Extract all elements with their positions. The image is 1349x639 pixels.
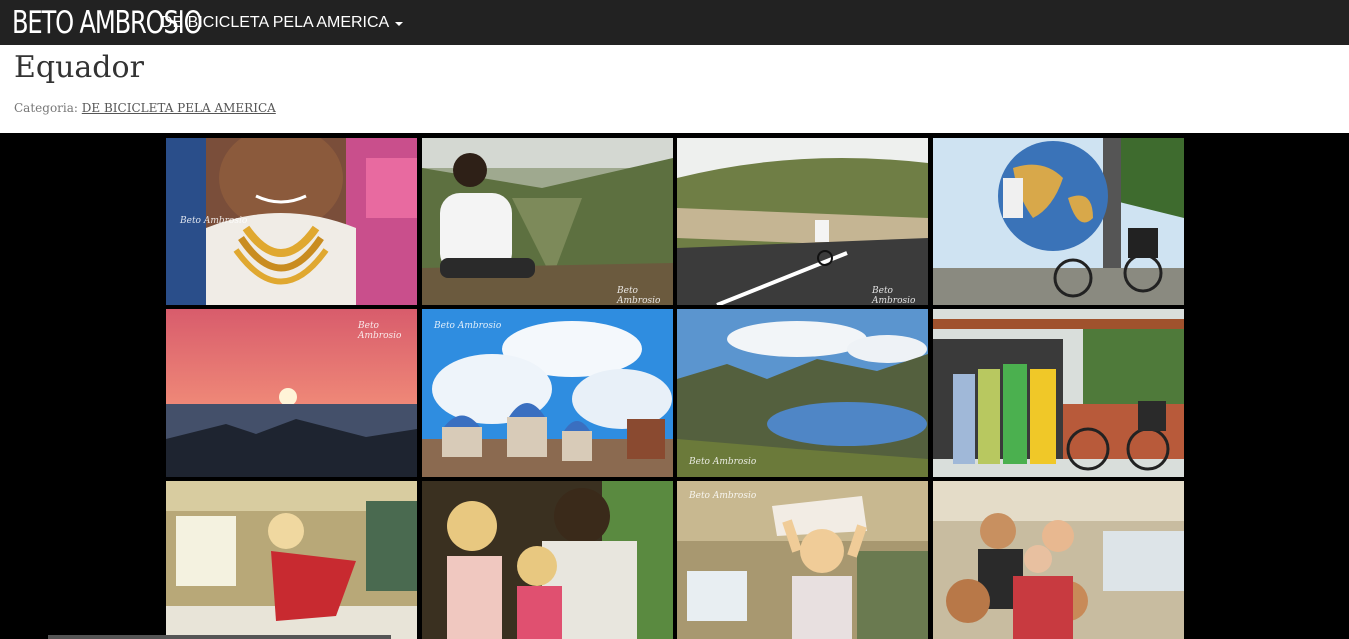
caret-down-icon — [395, 21, 404, 26]
photo-girl-book-on-head[interactable]: Beto Ambrosio — [677, 481, 928, 639]
photo-girls-with-man-reading[interactable] — [422, 481, 673, 639]
watermark-signature: Beto Ambrosio — [872, 286, 916, 305]
watermark-signature: Beto Ambrosio — [358, 321, 402, 341]
category-link[interactable]: DE BICICLETA PELA AMERICA — [82, 101, 276, 115]
photo-mountain-lake[interactable]: Beto Ambrosio — [677, 309, 928, 477]
watermark-signature: Beto Ambrosio — [689, 491, 757, 501]
category-line: Categoria: DE BICICLETA PELA AMERICA — [14, 101, 276, 115]
page-title: Equador — [14, 50, 144, 85]
photo-blue-domes-cathedral[interactable]: Beto Ambrosio — [422, 309, 673, 477]
top-navbar: BETO AMBROSIO DE BICICLETA PELA AMERICA — [0, 0, 1349, 45]
photo-elderly-woman-necklaces[interactable]: Beto Ambrosio — [166, 138, 417, 305]
photo-sunset-ocean-rocks[interactable]: Beto Ambrosio — [166, 309, 417, 477]
watermark-signature: Beto Ambrosio — [180, 216, 248, 226]
watermark-signature: Beto Ambrosio — [434, 321, 502, 331]
horizontal-scrollbar[interactable] — [48, 635, 391, 639]
nav-dropdown-de-bicicleta[interactable]: DE BICICLETA PELA AMERICA — [161, 0, 404, 45]
photo-man-sitting-canyon[interactable]: Beto Ambrosio — [422, 138, 673, 305]
watermark-signature: Beto Ambrosio — [617, 286, 661, 305]
photo-girl-in-van[interactable] — [166, 481, 417, 639]
photo-group-with-bicycle[interactable] — [933, 309, 1184, 477]
photo-cyclist-mountain-road[interactable]: Beto Ambrosio — [677, 138, 928, 305]
photo-globe-monument-bicycle[interactable] — [933, 138, 1184, 305]
page-header: Equador Categoria: DE BICICLETA PELA AME… — [0, 45, 1349, 133]
nav-dropdown-label: DE BICICLETA PELA AMERICA — [161, 13, 390, 31]
category-label: Categoria: — [14, 101, 78, 115]
photo-group-in-van[interactable] — [933, 481, 1184, 639]
watermark-signature: Beto Ambrosio — [689, 457, 757, 467]
